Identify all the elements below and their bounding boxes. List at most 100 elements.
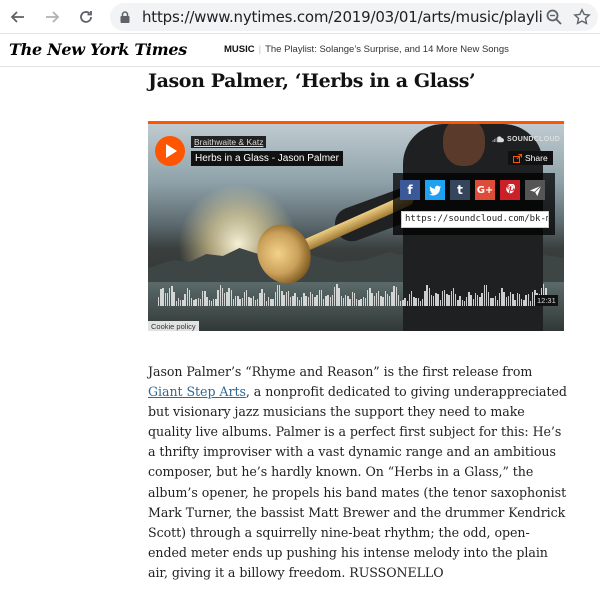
reload-icon bbox=[80, 11, 92, 23]
waveform-bar bbox=[204, 290, 206, 306]
waveform-bar bbox=[503, 291, 505, 306]
waveform-bar bbox=[452, 288, 455, 306]
waveform-bar bbox=[358, 300, 360, 306]
waveform-bar bbox=[195, 299, 197, 306]
waveform-bar bbox=[252, 296, 254, 306]
nyt-logo[interactable]: The New York Times bbox=[9, 40, 187, 59]
play-button[interactable] bbox=[155, 136, 185, 166]
waveform-bar bbox=[259, 293, 261, 306]
waveform-bar bbox=[191, 297, 193, 306]
share-url-field[interactable]: https://soundcloud.com/bk-mu bbox=[401, 211, 549, 228]
waveform-bar bbox=[446, 294, 448, 306]
waveform-bar bbox=[320, 290, 323, 306]
waveform-bar bbox=[180, 300, 182, 306]
waveform-bar bbox=[208, 299, 210, 306]
artist-link[interactable]: Braithwaite & Katz bbox=[191, 136, 267, 148]
waveform-bar bbox=[323, 298, 325, 306]
waveform-bar bbox=[314, 297, 316, 306]
waveform-bar bbox=[400, 300, 402, 306]
waveform-bar bbox=[347, 295, 349, 306]
waveform-bar bbox=[397, 294, 400, 306]
waveform-bar bbox=[470, 294, 472, 306]
waveform-bar bbox=[472, 298, 474, 306]
waveform-bar bbox=[182, 300, 184, 306]
waveform-bar bbox=[518, 294, 521, 306]
waveform-bar bbox=[505, 296, 507, 306]
waveform-bar bbox=[301, 297, 303, 306]
waveform-bar bbox=[466, 296, 468, 306]
waveform-bar bbox=[219, 284, 221, 306]
waveform-bar bbox=[424, 290, 426, 306]
waveform-bar bbox=[477, 294, 479, 306]
waveform-bar bbox=[455, 293, 457, 306]
twitter-icon[interactable] bbox=[425, 180, 445, 200]
waveform-bar bbox=[411, 291, 413, 306]
reload-button[interactable] bbox=[74, 5, 98, 29]
waveform-bar bbox=[439, 299, 441, 306]
waveform-bar bbox=[369, 288, 371, 306]
waveform-bar bbox=[261, 288, 263, 306]
waveform-bar bbox=[316, 295, 318, 306]
waveform-bar bbox=[512, 293, 514, 306]
waveform-bar bbox=[450, 290, 452, 306]
waveform-bar bbox=[510, 292, 512, 306]
waveform-bar bbox=[303, 293, 305, 306]
send-icon[interactable] bbox=[525, 180, 545, 200]
waveform-bar bbox=[276, 284, 279, 306]
share-label: Share bbox=[525, 153, 548, 163]
waveform-bar bbox=[193, 300, 195, 306]
soundcloud-player[interactable]: Braithwaite & Katz Herbs in a Glass - Ja… bbox=[148, 121, 564, 331]
soundcloud-icon bbox=[492, 136, 504, 143]
waveform-bar bbox=[402, 300, 404, 306]
address-bar[interactable]: https://www.nytimes.com/2019/03/01/arts/… bbox=[110, 3, 598, 31]
waveform-bar bbox=[160, 288, 162, 306]
article-paragraph: Jason Palmer’s “Rhyme and Reason” is the… bbox=[148, 362, 568, 583]
share-button[interactable]: Share bbox=[508, 151, 553, 165]
waveform-bar bbox=[459, 296, 461, 306]
paragraph-text-post: , a nonprofit dedicated to giving undera… bbox=[148, 384, 567, 580]
waveform-bar bbox=[393, 285, 395, 306]
giant-step-arts-link[interactable]: Giant Step Arts bbox=[148, 384, 246, 399]
waveform-bar bbox=[386, 293, 389, 306]
soundcloud-logo[interactable]: SOUNDCLOUD bbox=[492, 136, 560, 143]
waveform-bar bbox=[426, 285, 428, 306]
waveform-bar bbox=[230, 289, 232, 306]
waveform-bar bbox=[169, 287, 171, 306]
waveform-bar bbox=[312, 293, 314, 306]
waveform-bar bbox=[272, 299, 274, 306]
article-title-crumb: The Playlist: Solange’s Surprise, and 14… bbox=[265, 44, 509, 55]
tumblr-icon[interactable]: t bbox=[450, 180, 470, 200]
breadcrumb-separator: | bbox=[258, 44, 262, 55]
facebook-icon[interactable]: f bbox=[400, 180, 420, 200]
back-button[interactable] bbox=[6, 5, 30, 29]
waveform-bar bbox=[239, 299, 241, 306]
waveform-bar bbox=[215, 298, 217, 306]
waveform-bar bbox=[371, 293, 373, 306]
track-duration: 12:31 bbox=[535, 295, 558, 306]
waveform-bar bbox=[307, 297, 309, 306]
pinterest-icon[interactable] bbox=[500, 180, 520, 200]
section-breadcrumb: MUSIC | The Playlist: Solange’s Surprise, … bbox=[224, 44, 509, 55]
waveform-bar bbox=[404, 297, 406, 306]
waveform-bar bbox=[382, 296, 384, 306]
cookie-policy-link[interactable]: Cookie policy bbox=[148, 321, 199, 331]
waveform-bar bbox=[248, 296, 250, 306]
waveform-bar bbox=[422, 298, 424, 306]
waveform-bar bbox=[345, 294, 347, 306]
section-label[interactable]: MUSIC bbox=[224, 44, 255, 55]
waveform-bar bbox=[274, 292, 276, 306]
zoom-icon[interactable] bbox=[545, 8, 563, 26]
waveform-bar bbox=[532, 292, 534, 306]
waveform-bar bbox=[448, 295, 450, 306]
forward-button[interactable] bbox=[40, 5, 64, 29]
waveform-bar bbox=[265, 300, 268, 306]
waveform-bar bbox=[428, 288, 430, 306]
waveform-bar bbox=[197, 297, 199, 306]
track-title[interactable]: Herbs in a Glass - Jason Palmer bbox=[191, 151, 343, 166]
waveform[interactable] bbox=[158, 284, 554, 306]
waveform-bar bbox=[529, 300, 532, 306]
google-plus-icon[interactable]: G+ bbox=[475, 180, 495, 200]
waveform-bar bbox=[237, 295, 239, 306]
waveform-bar bbox=[457, 299, 459, 306]
star-icon[interactable] bbox=[573, 8, 591, 26]
